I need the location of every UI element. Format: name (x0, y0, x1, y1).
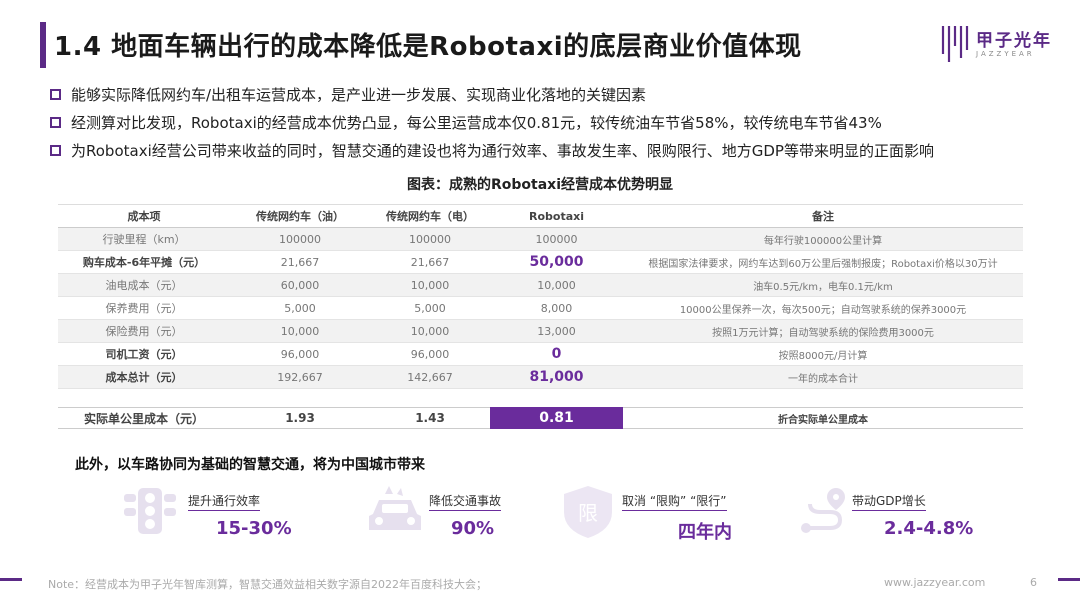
footer-note: Note：经营成本为甲子光年智库测算，智慧交通效益相关数字源自2022年百度科技… (48, 578, 488, 591)
table-cell: 油电成本（元） (105, 279, 183, 292)
table-row: 行驶里程（km） 100000 100000 100000 每年行驶100000… (58, 228, 1023, 251)
summary-cell: 1.93 (285, 411, 315, 425)
table-row: 成本总计（元） 192,667 142,667 81,000 一年的成本合计 (58, 366, 1023, 389)
page-title: 1.4 地面车辆出行的成本降低是Robotaxi的底层商业价值体现 (54, 32, 802, 62)
kpi-label: 带动GDP增长 (852, 492, 926, 511)
table-cell: 100000 (535, 232, 578, 246)
table-row: 保险费用（元） 10,000 10,000 13,000 按照1万元计算；自动驾… (58, 320, 1023, 343)
table-cell: 按照8000元/月计算 (778, 350, 868, 362)
table-cell-highlight: 81,000 (529, 369, 584, 385)
header-cell: 成本项 (127, 210, 161, 223)
table-header-row: 成本项 传统网约车（油） 传统网约车（电） Robotaxi 备注 (58, 204, 1023, 228)
kpi-row: 提升通行效率 15-30% 降低交通事故 90% 限 取消 “限购” “限行” … (120, 484, 1000, 554)
table-cell: 油车0.5元/km，电车0.1元/km (753, 281, 893, 293)
kpi-label: 降低交通事故 (429, 492, 502, 511)
bullet-text: 能够实际降低网约车/出租车运营成本，是产业进一步发展、实现商业化落地的关键因素 (71, 85, 647, 104)
kpi-value: 四年内 (678, 522, 732, 543)
title-accent-bar (40, 22, 46, 68)
page-number: 6 (1030, 576, 1037, 589)
car-crash-icon (369, 486, 421, 530)
cost-table: 成本项 传统网约车（油） 传统网约车（电） Robotaxi 备注 行驶里程（k… (58, 204, 1023, 389)
summary-cell: 实际单公里成本（元） (83, 411, 204, 426)
footer-accent-left (0, 578, 22, 581)
logo-name: 甲子光年 (976, 31, 1052, 51)
footer-url[interactable]: www.jazzyear.com (884, 576, 985, 589)
header-cell: 传统网约车（油） (256, 210, 344, 223)
table-cell: 8,000 (540, 301, 573, 315)
table-cell: 一年的成本合计 (788, 373, 858, 385)
table-cell: 司机工资（元） (105, 348, 183, 361)
logo-mark-icon (941, 26, 969, 62)
table-cell: 10,000 (410, 324, 450, 338)
summary-cell: 1.43 (415, 411, 445, 425)
bullet-text: 为Robotaxi经营公司带来收益的同时，智慧交通的建设也将为通行效率、事故发生… (71, 141, 934, 160)
table-cell: 96,000 (410, 347, 450, 361)
brand-logo: 甲子光年 JAZZYEAR (940, 22, 1058, 72)
kpi-value: 15-30% (216, 518, 292, 539)
table-cell: 21,667 (410, 255, 450, 269)
table-cell: 5,000 (284, 301, 316, 315)
table-cell: 13,000 (537, 324, 576, 338)
table-row: 购车成本-6年平摊（元） 21,667 21,667 50,000 根据国家法律… (58, 251, 1023, 274)
table-cell: 100000 (409, 232, 451, 246)
table-cell: 142,667 (407, 370, 453, 384)
table-cell: 保险费用（元） (105, 325, 183, 338)
table-row: 司机工资（元） 96,000 96,000 0 按照8000元/月计算 (58, 343, 1023, 366)
svg-text:限: 限 (578, 501, 598, 525)
bullet-item: 经测算对比发现，Robotaxi的经营成本优势凸显，每公里运营成本仅0.81元，… (50, 108, 1010, 136)
table-cell: 根据国家法律要求，网约车达到60万公里后强制报废；Robotaxi价格以30万计 (648, 258, 998, 270)
bullet-square-icon (50, 88, 61, 100)
table-cell: 每年行驶100000公里计算 (763, 235, 883, 247)
kpi-card: 提升通行效率 15-30% (120, 484, 320, 554)
kpi-value: 2.4-4.8% (884, 518, 974, 539)
table-row: 油电成本（元） 60,000 10,000 10,000 油车0.5元/km，电… (58, 274, 1023, 297)
kpi-card: 降低交通事故 90% (365, 484, 565, 554)
bullet-square-icon (50, 116, 61, 128)
kpi-value: 90% (451, 518, 495, 539)
table-cell: 10,000 (537, 278, 576, 292)
kpi-card: 限 取消 “限购” “限行” 四年内 (558, 484, 758, 554)
table-row: 保养费用（元） 5,000 5,000 8,000 10000公里保养一次，每次… (58, 297, 1023, 320)
table-cell: 60,000 (280, 278, 320, 292)
table-cell: 100000 (279, 232, 321, 246)
table-cell: 10,000 (410, 278, 450, 292)
footer-accent-right (1058, 578, 1080, 581)
header-cell: 备注 (812, 210, 834, 223)
bullet-item: 能够实际降低网约车/出租车运营成本，是产业进一步发展、实现商业化落地的关键因素 (50, 80, 1010, 108)
table-cell-highlight: 50,000 (529, 254, 584, 270)
bullet-list: 能够实际降低网约车/出租车运营成本，是产业进一步发展、实现商业化落地的关键因素 … (50, 80, 1010, 164)
kpi-label: 取消 “限购” “限行” (622, 492, 727, 511)
table-cell: 行驶里程（km） (102, 233, 186, 246)
table-cell: 保养费用（元） (105, 302, 183, 315)
section-heading: 此外，以车路协同为基础的智慧交通，将为中国城市带来 (75, 457, 425, 473)
table-cell: 按照1万元计算；自动驾驶系统的保险费用3000元 (712, 327, 934, 339)
summary-cell: 折合实际单公里成本 (778, 414, 868, 426)
bullet-text: 经测算对比发现，Robotaxi的经营成本优势凸显，每公里运营成本仅0.81元，… (71, 113, 882, 132)
table-cell-highlight: 0 (551, 346, 562, 362)
kpi-label: 提升通行效率 (188, 492, 261, 511)
restriction-shield-icon: 限 (564, 486, 612, 538)
bullet-item: 为Robotaxi经营公司带来收益的同时，智慧交通的建设也将为通行效率、事故发生… (50, 136, 1010, 164)
logo-sub: JAZZYEAR (976, 50, 1035, 58)
table-caption: 图表：成熟的Robotaxi经营成本优势明显 (406, 177, 673, 193)
table-cell: 购车成本-6年平摊（元） (82, 256, 206, 269)
route-map-icon (801, 488, 845, 533)
header-cell: Robotaxi (528, 209, 584, 223)
table-cell: 10000公里保养一次，每次500元；自动驾驶系统的保养3000元 (679, 304, 967, 316)
table-cell: 192,667 (277, 370, 323, 384)
summary-cell-highlight: 0.81 (490, 407, 623, 429)
table-cell: 10,000 (280, 324, 320, 338)
traffic-light-icon (124, 488, 176, 534)
table-cell: 21,667 (280, 255, 320, 269)
header-cell: 传统网约车（电） (386, 210, 474, 223)
kpi-card: 带动GDP增长 2.4-4.8% (796, 484, 996, 554)
table-cell: 96,000 (280, 347, 320, 361)
table-cell: 5,000 (414, 301, 446, 315)
table-cell: 成本总计（元） (105, 371, 183, 384)
summary-row: 实际单公里成本（元） 1.93 1.43 0.81 折合实际单公里成本 (58, 407, 1023, 429)
bullet-square-icon (50, 144, 61, 156)
